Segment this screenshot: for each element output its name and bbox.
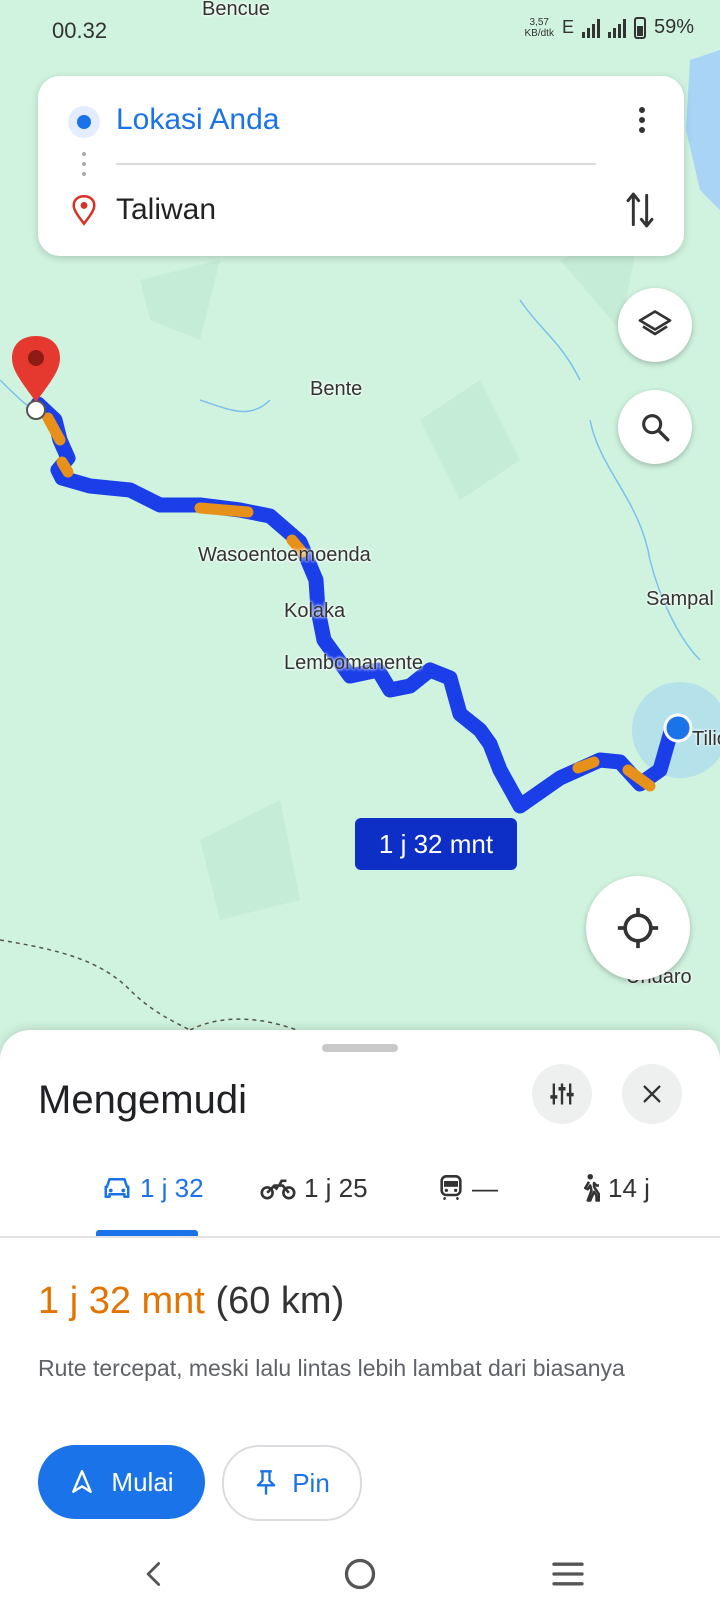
map-label-wasoentoemoenda: Wasoentoemoenda [198,544,371,566]
train-icon [440,1175,462,1201]
destination-pin-icon [72,195,96,226]
map-label-sampal: Sampal [646,588,714,610]
network-speed-value: 3,57 [529,16,549,28]
motorcycle-icon [260,1179,296,1200]
tab-walking-label: 14 j [608,1172,650,1203]
my-location-button[interactable] [586,876,690,980]
origin-dot-icon [68,106,100,138]
battery-level: 59% [653,16,694,38]
back-icon [146,1562,161,1586]
card-divider [116,163,596,165]
directions-card: Lokasi Anda Taliwan [38,76,684,256]
battery-icon [633,16,646,39]
recents-button[interactable] [548,1554,588,1594]
status-bar: 00.32 3,57 KB/dtk E 59% [0,0,720,60]
map-label-tiliom: Tiliom [692,728,720,750]
search-along-route-button[interactable] [618,390,692,464]
tab-motorcycle-label: 1 j 25 [304,1172,368,1203]
close-button[interactable] [622,1064,682,1124]
directions-bottom-sheet: Mengemudi 1 j 32 1 j 25 — 14 j 1 j 32 mn… [0,1030,720,1612]
back-button[interactable] [134,1554,174,1594]
home-circle-icon [344,1558,376,1590]
route-duration: 1 j 32 mnt [38,1280,205,1322]
map-label-lembomanente: Lembomanente [284,652,423,674]
route-options-button[interactable] [532,1064,592,1124]
pin-route-label: Pin [292,1467,330,1498]
route-distance: (60 km) [215,1280,345,1322]
tab-motorcycle[interactable]: 1 j 25 [260,1158,368,1218]
menu-icon [552,1562,584,1586]
walk-icon [584,1174,600,1202]
tab-transit-label: — [472,1172,498,1203]
tab-driving[interactable]: 1 j 32 [102,1158,204,1218]
tabs-divider [0,1236,720,1238]
tab-walking[interactable]: 14 j [578,1158,650,1218]
route-dots-icon [82,152,86,182]
map-label-bente: Bente [310,378,363,400]
travel-mode-tabs: 1 j 32 1 j 25 — 14 j [0,1158,720,1228]
system-navigation-bar [0,1538,720,1612]
destination-field[interactable]: Taliwan [116,193,216,227]
start-navigation-button[interactable]: Mulai [38,1445,205,1519]
swap-icon[interactable] [624,190,656,230]
signal-icon [581,18,600,38]
tune-icon [550,1083,574,1105]
start-navigation-label: Mulai [111,1466,174,1497]
status-time: 00.32 [52,18,108,43]
network-speed-unit: KB/dtk [524,27,554,39]
pushpin-icon [256,1470,276,1495]
sheet-drag-handle[interactable] [322,1044,398,1052]
crosshair-icon [617,907,659,949]
map-label-kolaka: Kolaka [284,600,346,622]
navigation-arrow-icon [72,1469,93,1493]
pin-route-button[interactable]: Pin [222,1445,362,1521]
network-speed: 3,57 KB/dtk [524,17,553,39]
tab-transit[interactable]: — [438,1158,498,1218]
search-icon [642,414,670,442]
home-button[interactable] [340,1554,380,1594]
tab-driving-label: 1 j 32 [140,1172,204,1203]
route-eta-badge[interactable]: 1 j 32 mnt [355,818,517,870]
network-type: E [561,17,574,37]
route-summary: 1 j 32 mnt (60 km) [38,1280,344,1323]
layers-button[interactable] [618,288,692,362]
signal-icon-2 [607,18,626,38]
layers-icon [638,310,672,336]
close-icon [643,1085,661,1103]
origin-field[interactable]: Lokasi Anda [116,103,279,137]
more-vert-icon[interactable] [630,104,654,138]
car-icon [104,1178,130,1198]
sheet-title: Mengemudi [38,1078,248,1122]
route-description: Rute tercepat, meski lalu lintas lebih l… [38,1355,625,1381]
